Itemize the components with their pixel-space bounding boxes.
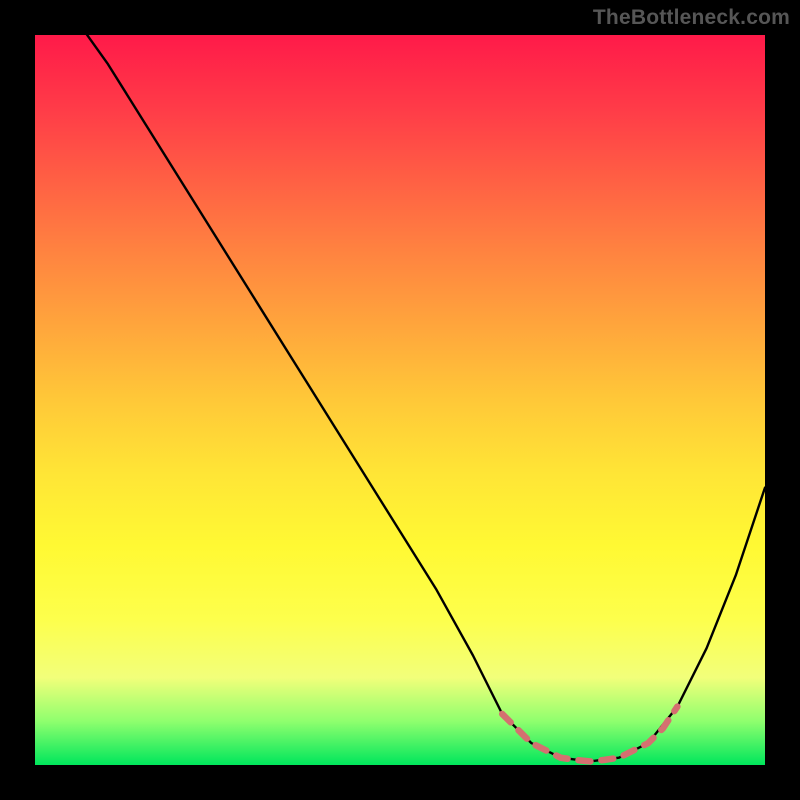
plot-area: [35, 35, 765, 765]
chart-frame: TheBottleneck.com: [0, 0, 800, 800]
bottleneck-curve: [72, 13, 766, 761]
curve-layer: [35, 35, 765, 765]
watermark-text: TheBottleneck.com: [593, 6, 790, 30]
optimal-band: [502, 707, 677, 762]
